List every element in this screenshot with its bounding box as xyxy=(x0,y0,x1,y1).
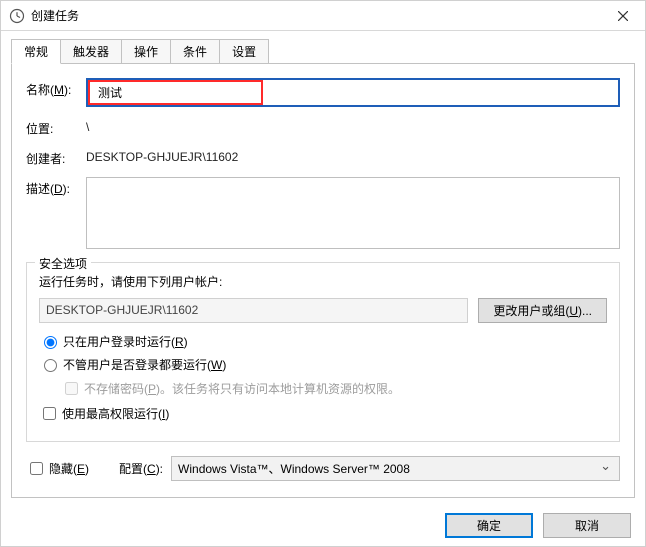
row-description: 描述(D): xyxy=(26,177,620,252)
change-user-button[interactable]: 更改用户或组(U)... xyxy=(478,298,607,323)
label-location: 位置: xyxy=(26,117,86,137)
description-textarea[interactable] xyxy=(86,177,620,249)
name-input-rest[interactable] xyxy=(263,80,618,105)
label-author: 创建者: xyxy=(26,147,86,167)
row-account: DESKTOP-GHJUEJR\11602 更改用户或组(U)... xyxy=(39,298,607,323)
checkbox-no-store-password-label: 不存储密码(P)。该任务将只有访问本地计算机资源的权限。 xyxy=(84,380,400,397)
name-input[interactable] xyxy=(98,85,253,99)
clock-icon xyxy=(9,8,25,24)
tab-conditions[interactable]: 条件 xyxy=(170,39,220,63)
checkbox-no-store-password: 不存储密码(P)。该任务将只有访问本地计算机资源的权限。 xyxy=(39,379,607,398)
radio-any-logon-input[interactable] xyxy=(44,359,57,372)
radio-any-logon[interactable]: 不管用户是否登录都要运行(W) xyxy=(39,356,607,373)
tab-actions[interactable]: 操作 xyxy=(121,39,171,63)
legend-security: 安全选项 xyxy=(35,255,91,272)
checkbox-highest-priv-label: 使用最高权限运行(I) xyxy=(62,405,169,422)
field-description xyxy=(86,177,620,252)
cancel-button[interactable]: 取消 xyxy=(543,513,631,538)
name-input-outer xyxy=(86,78,620,107)
checkbox-hidden-input[interactable] xyxy=(30,462,43,475)
caption-run-as: 运行任务时，请使用下列用户帐户: xyxy=(39,273,607,290)
configure-value: Windows Vista™、Windows Server™ 2008 xyxy=(178,462,410,476)
configure-combobox[interactable]: Windows Vista™、Windows Server™ 2008 xyxy=(171,456,620,481)
tab-strip: 常规 触发器 操作 条件 设置 xyxy=(11,41,635,63)
row-location: 位置: \ xyxy=(26,117,620,137)
checkbox-highest-priv[interactable]: 使用最高权限运行(I) xyxy=(39,404,607,423)
radio-any-logon-label: 不管用户是否登录都要运行(W) xyxy=(63,356,226,373)
radio-logged-on-label: 只在用户登录时运行(R) xyxy=(63,333,188,350)
row-author: 创建者: DESKTOP-GHJUEJR\11602 xyxy=(26,147,620,167)
field-name xyxy=(86,78,620,107)
value-author: DESKTOP-GHJUEJR\11602 xyxy=(86,147,620,164)
tab-triggers[interactable]: 触发器 xyxy=(60,39,122,63)
radio-logged-on[interactable]: 只在用户登录时运行(R) xyxy=(39,333,607,350)
checkbox-no-store-password-input xyxy=(65,382,78,395)
dialog-footer: 确定 取消 xyxy=(1,504,645,546)
account-display: DESKTOP-GHJUEJR\11602 xyxy=(39,298,468,323)
tab-general[interactable]: 常规 xyxy=(11,39,61,64)
row-bottom: 隐藏(E) 配置(C): Windows Vista™、Windows Serv… xyxy=(26,456,620,481)
tab-settings[interactable]: 设置 xyxy=(219,39,269,63)
label-description: 描述(D): xyxy=(26,177,86,197)
checkbox-highest-priv-input[interactable] xyxy=(43,407,56,420)
groupbox-security: 安全选项 运行任务时，请使用下列用户帐户: DESKTOP-GHJUEJR\11… xyxy=(26,262,620,442)
dialog-content: 常规 触发器 操作 条件 设置 名称(M): xyxy=(11,41,635,498)
label-configure: 配置(C): xyxy=(119,460,163,477)
row-name: 名称(M): xyxy=(26,78,620,107)
ok-button[interactable]: 确定 xyxy=(445,513,533,538)
radio-logged-on-input[interactable] xyxy=(44,336,57,349)
window-title: 创建任务 xyxy=(25,7,600,24)
titlebar: 创建任务 xyxy=(1,1,645,31)
tab-panel-general: 名称(M): 位置: \ 创建者: DESKTOP-GHJ xyxy=(11,63,635,498)
name-highlight xyxy=(88,80,263,105)
value-location: \ xyxy=(86,117,620,134)
label-name: 名称(M): xyxy=(26,78,86,98)
checkbox-hidden-label: 隐藏(E) xyxy=(49,460,89,477)
checkbox-hidden[interactable]: 隐藏(E) xyxy=(26,459,89,478)
close-button[interactable] xyxy=(600,1,645,31)
